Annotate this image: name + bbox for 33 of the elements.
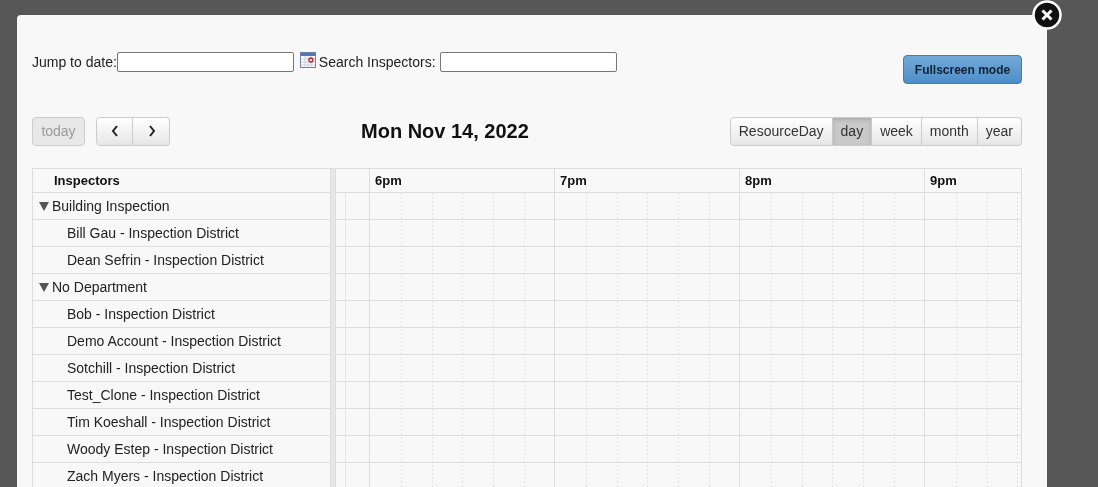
inspector-name[interactable]: Bob - Inspection District — [67, 306, 215, 322]
jump-to-date-label: Jump to date: — [32, 54, 117, 70]
prev-button[interactable] — [96, 116, 133, 146]
hour-label: 9pm — [930, 173, 957, 188]
fullscreen-button[interactable]: Fullscreen mode — [903, 55, 1022, 84]
search-field[interactable] — [439, 52, 617, 72]
hour-label: 8pm — [745, 173, 772, 188]
search-inspectors-label: Search Inspectors: — [318, 54, 436, 70]
column-header: Inspectors — [53, 173, 120, 188]
collapse-triangle-icon[interactable] — [39, 201, 49, 211]
date-title: Mon Nov 14, 2022 — [360, 119, 530, 143]
view-tab[interactable]: year — [977, 116, 1022, 146]
view-tab[interactable]: ResourceDay — [729, 116, 833, 146]
inspector-name[interactable]: Woody Estep - Inspection District — [67, 441, 273, 457]
hour-label: 7pm — [560, 173, 587, 188]
next-button[interactable] — [133, 116, 170, 146]
view-tab[interactable]: week — [872, 116, 922, 146]
group-label[interactable]: No Department — [52, 279, 147, 295]
calendar-icon[interactable] — [299, 52, 316, 68]
collapse-triangle-icon[interactable] — [39, 282, 49, 292]
close-button[interactable] — [1032, 0, 1062, 30]
view-tab[interactable]: day — [832, 116, 873, 146]
view-tab[interactable]: month — [921, 116, 978, 146]
inspector-name[interactable]: Test_Clone - Inspection District — [67, 387, 260, 403]
inspector-name[interactable]: Tim Koeshall - Inspection District — [67, 414, 271, 430]
inspector-name[interactable]: Zach Myers - Inspection District — [67, 468, 264, 484]
hour-label: 6pm — [375, 173, 402, 188]
inspector-name[interactable]: Dean Sefrin - Inspection District — [67, 252, 264, 268]
inspector-name[interactable]: Bill Gau - Inspection District — [67, 225, 239, 241]
group-label[interactable]: Building Inspection — [52, 198, 170, 214]
inspector-name[interactable]: Sotchill - Inspection District — [67, 360, 236, 376]
inspector-name[interactable]: Demo Account - Inspection District — [67, 333, 281, 349]
date-input-field[interactable] — [116, 52, 294, 72]
